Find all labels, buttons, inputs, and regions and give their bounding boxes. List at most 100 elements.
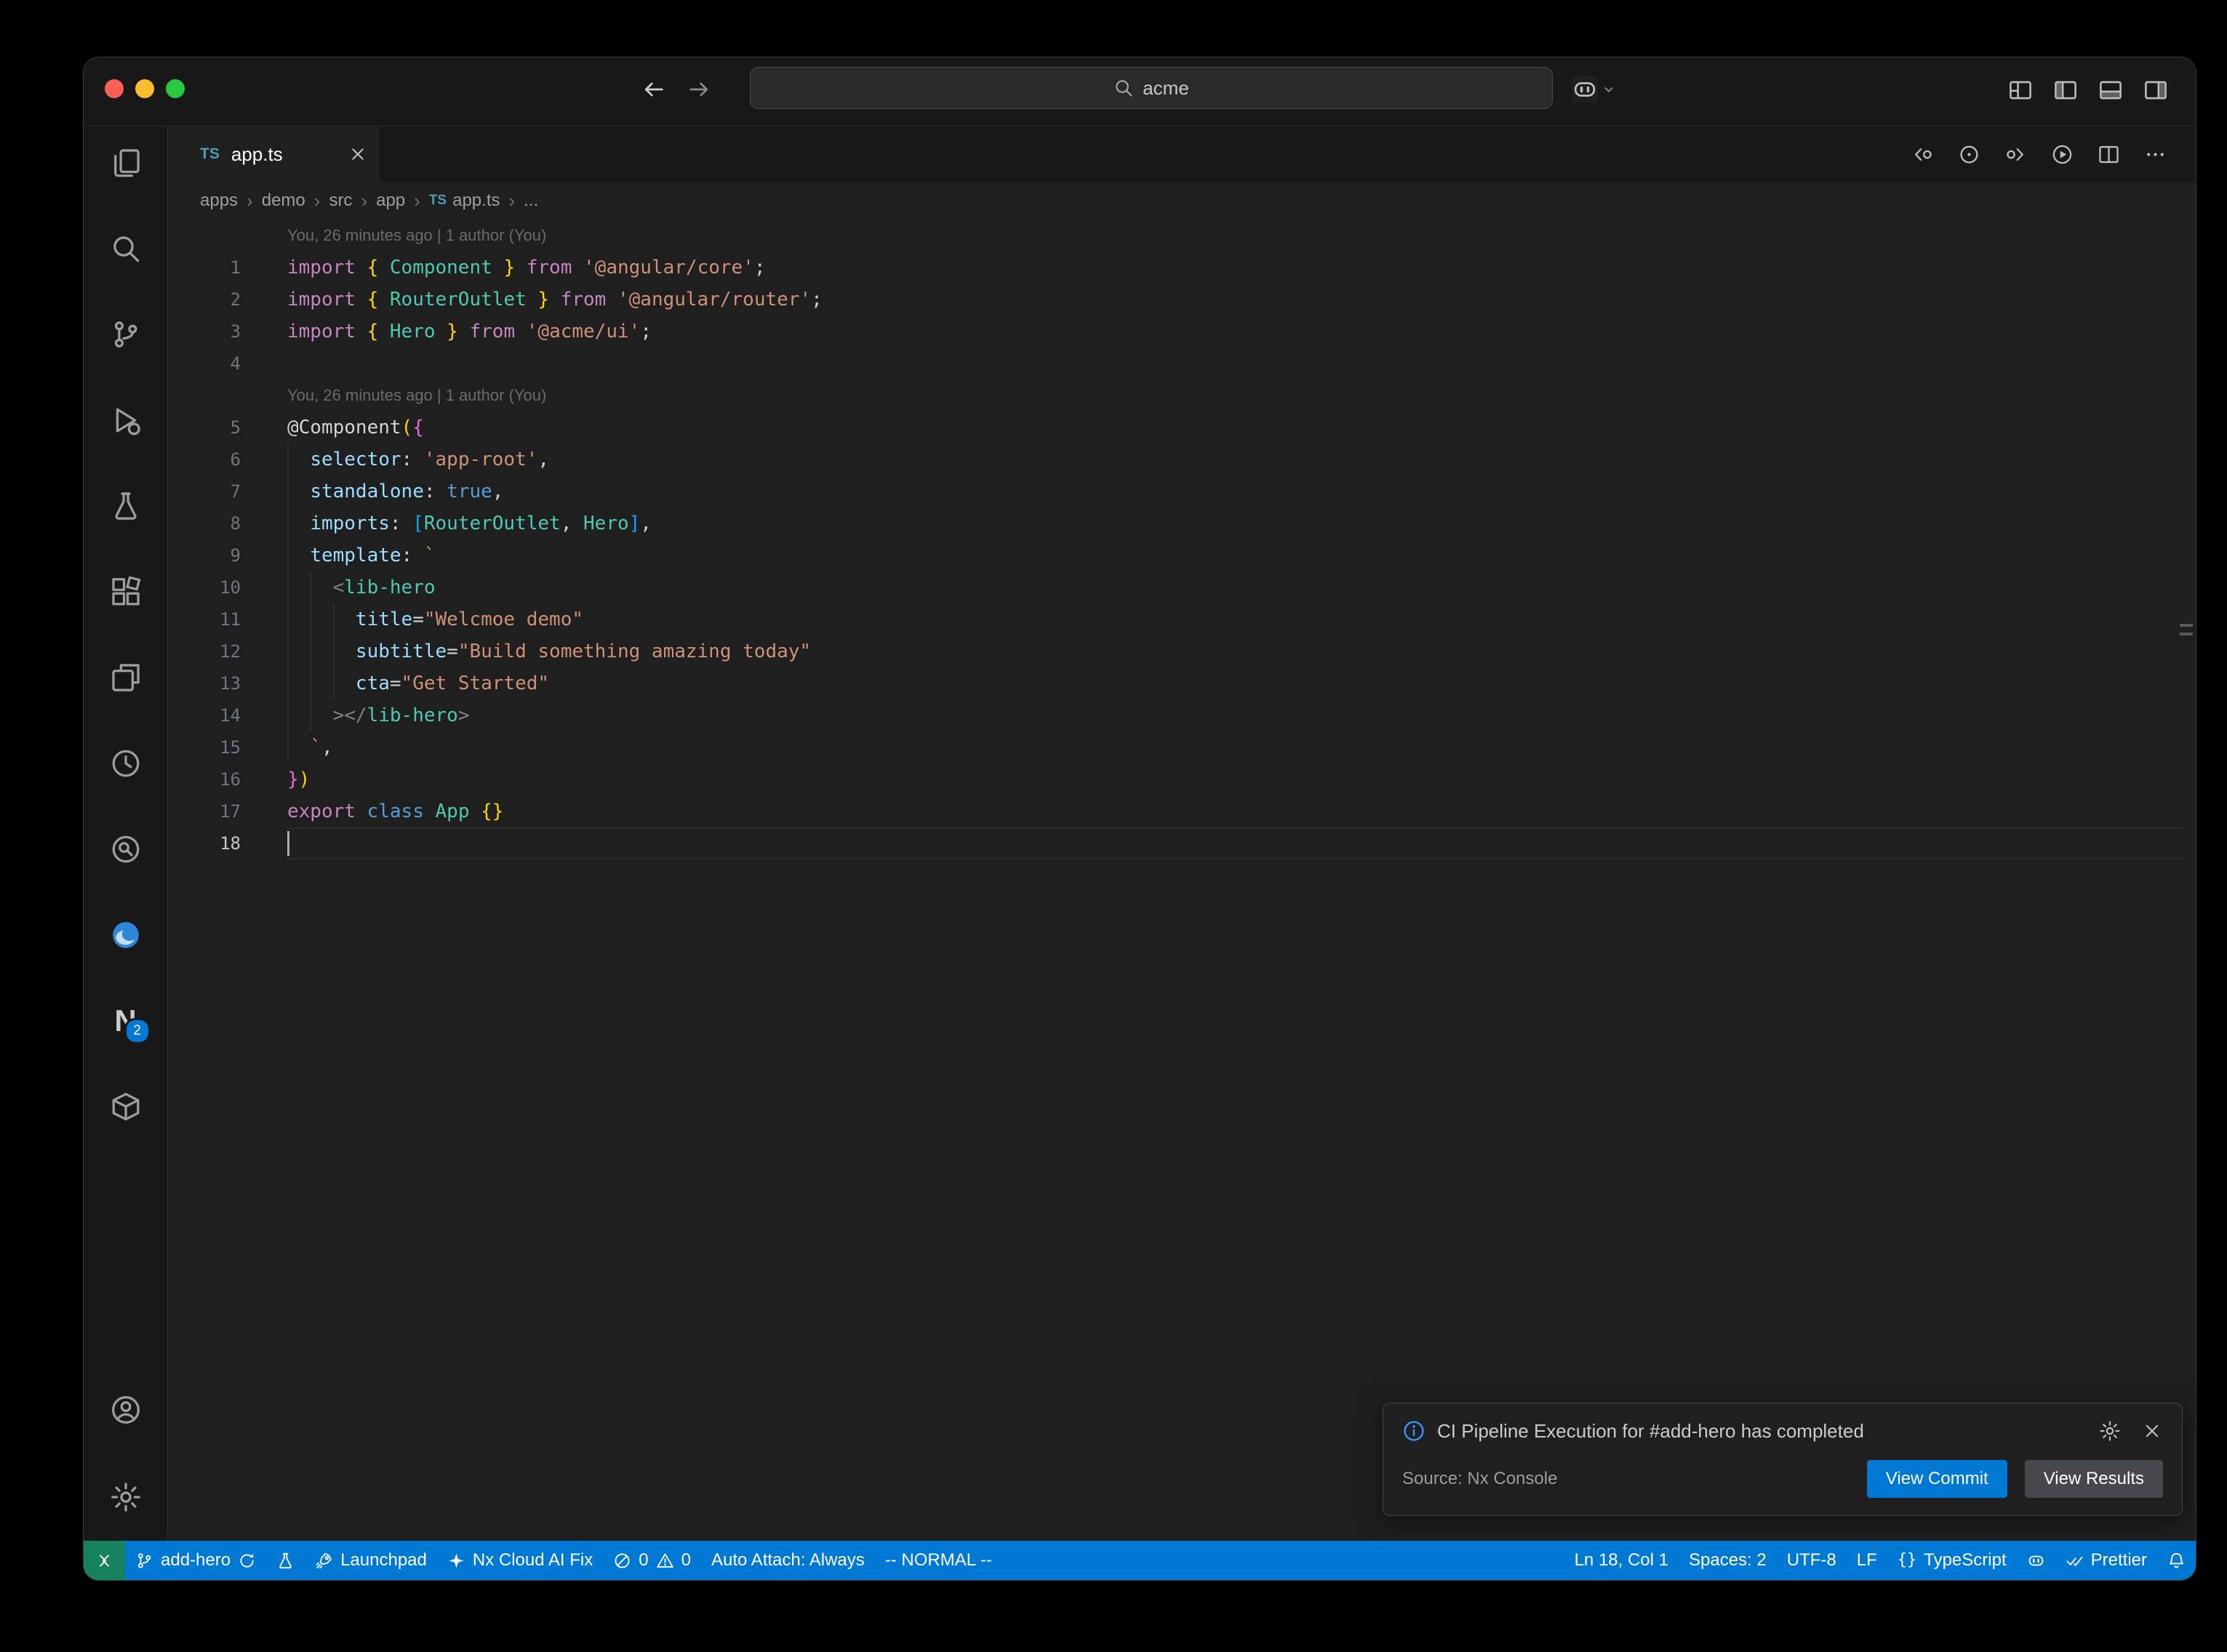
notification-close-button[interactable] bbox=[2141, 1420, 2163, 1442]
editor-action-run-icon[interactable] bbox=[2051, 143, 2074, 166]
statusbar-cursor-position[interactable]: Ln 18, Col 1 bbox=[1564, 1541, 1679, 1580]
activitybar-item-gitlens[interactable] bbox=[108, 746, 143, 781]
code-text[interactable]: `, bbox=[287, 731, 2186, 763]
line-number[interactable]: 14 bbox=[168, 699, 241, 731]
code-text[interactable]: template: ` bbox=[287, 540, 2186, 572]
breadcrumb-item-demo[interactable]: demo bbox=[262, 191, 305, 211]
breadcrumb-item--[interactable]: ... bbox=[524, 191, 538, 211]
line-number[interactable]: 10 bbox=[168, 572, 241, 604]
code-line-17[interactable]: 17 export class App {} bbox=[168, 795, 2186, 827]
code-line-4[interactable]: 4 bbox=[168, 348, 2186, 380]
code-text[interactable]: import { RouterOutlet } from '@angular/r… bbox=[287, 284, 2186, 316]
activitybar-item-testing[interactable] bbox=[108, 489, 143, 524]
editor-action-prev-change-icon[interactable] bbox=[1911, 143, 1934, 166]
tab-app-ts[interactable]: TS app.ts bbox=[168, 127, 379, 182]
activitybar-item-gitlens-inspect[interactable] bbox=[108, 832, 143, 867]
line-number[interactable]: 9 bbox=[168, 540, 241, 572]
editor-action-more-icon[interactable] bbox=[2144, 143, 2167, 166]
close-window-button[interactable] bbox=[105, 79, 124, 98]
panel-left-button[interactable] bbox=[2053, 78, 2078, 103]
activitybar-item-search[interactable] bbox=[108, 231, 143, 266]
code-line-11[interactable]: 11 title="Welcmoe demo" bbox=[168, 604, 2186, 635]
code-text[interactable]: import { Hero } from '@acme/ui'; bbox=[287, 316, 2186, 348]
code-line-6[interactable]: 6 selector: 'app-root', bbox=[168, 444, 2186, 476]
statusbar-launchpad[interactable]: Launchpad bbox=[305, 1541, 437, 1580]
activitybar-item-run-and-debug[interactable] bbox=[108, 403, 143, 438]
line-number[interactable]: 13 bbox=[168, 667, 241, 699]
line-number[interactable]: 17 bbox=[168, 795, 241, 827]
code-text[interactable]: ></lib-hero> bbox=[287, 699, 2186, 731]
code-line-3[interactable]: 3 import { Hero } from '@acme/ui'; bbox=[168, 316, 2186, 348]
breadcrumb-item-apps[interactable]: apps bbox=[200, 191, 238, 211]
code-text[interactable]: import { Component } from '@angular/core… bbox=[287, 252, 2186, 284]
code-text[interactable]: title="Welcmoe demo" bbox=[287, 604, 2186, 635]
line-number[interactable]: 5 bbox=[168, 412, 241, 444]
activitybar-item-manage[interactable] bbox=[108, 1480, 143, 1515]
statusbar-indentation[interactable]: Spaces: 2 bbox=[1679, 1541, 1777, 1580]
statusbar-nx-cloud-ai-fix[interactable]: Nx Cloud AI Fix bbox=[437, 1541, 603, 1580]
code-text[interactable]: selector: 'app-root', bbox=[287, 444, 2186, 476]
code-line-5[interactable]: 5 @Component({ bbox=[168, 412, 2186, 444]
zoom-window-button[interactable] bbox=[166, 79, 185, 98]
code-line-14[interactable]: 14 ></lib-hero> bbox=[168, 699, 2186, 731]
statusbar-notifications[interactable] bbox=[2157, 1541, 2196, 1580]
code-text[interactable] bbox=[287, 348, 2186, 380]
copilot-menu-button[interactable] bbox=[1572, 76, 1617, 103]
code-line-7[interactable]: 7 standalone: true, bbox=[168, 476, 2186, 508]
statusbar-prettier[interactable]: Prettier bbox=[2055, 1541, 2157, 1580]
activitybar-item-nx-console[interactable]: N2 bbox=[108, 1003, 143, 1038]
activitybar-item-explorer[interactable] bbox=[108, 145, 143, 180]
statusbar-auto-attach[interactable]: Auto Attach: Always bbox=[701, 1541, 875, 1580]
code-line-1[interactable]: 1 import { Component } from '@angular/cor… bbox=[168, 252, 2186, 284]
line-number[interactable]: 12 bbox=[168, 635, 241, 667]
editor[interactable]: You, 26 minutes ago | 1 author (You)1imp… bbox=[168, 220, 2196, 1541]
notification-settings-button[interactable] bbox=[2099, 1420, 2121, 1442]
code-line-16[interactable]: 16}) bbox=[168, 763, 2186, 795]
line-number[interactable]: 4 bbox=[168, 348, 241, 380]
code-text[interactable]: subtitle="Build something amazing today" bbox=[287, 635, 2186, 667]
editor-action-next-change-icon[interactable] bbox=[2004, 143, 2027, 166]
code-text[interactable]: export class App {} bbox=[287, 795, 2186, 827]
breadcrumb-item-app[interactable]: app bbox=[376, 191, 405, 211]
forward-button[interactable] bbox=[686, 76, 712, 103]
line-number[interactable]: 1 bbox=[168, 252, 241, 284]
statusbar-eol[interactable]: LF bbox=[1847, 1541, 1887, 1580]
line-number[interactable]: 2 bbox=[168, 284, 241, 316]
command-center-search[interactable]: acme bbox=[750, 67, 1553, 109]
breadcrumb-item-src[interactable]: src bbox=[329, 191, 352, 211]
editor-action-split-editor-icon[interactable] bbox=[2098, 143, 2120, 166]
statusbar-language-mode[interactable]: {}TypeScript bbox=[1887, 1541, 2017, 1580]
code-line-2[interactable]: 2 import { RouterOutlet } from '@angular/… bbox=[168, 284, 2186, 316]
code-text[interactable]: <lib-hero bbox=[287, 572, 2186, 604]
code-line-15[interactable]: 15 `, bbox=[168, 731, 2186, 763]
statusbar-problems[interactable]: 00 bbox=[603, 1541, 701, 1580]
panel-right-button[interactable] bbox=[2143, 78, 2168, 103]
code-text[interactable] bbox=[287, 827, 2186, 859]
code-line-10[interactable]: 10 <lib-hero bbox=[168, 572, 2186, 604]
editor-action-circle-icon[interactable] bbox=[1958, 143, 1980, 166]
line-number[interactable]: 7 bbox=[168, 476, 241, 508]
statusbar-remote-indicator[interactable] bbox=[84, 1541, 125, 1580]
code-text[interactable]: imports: [RouterOutlet, Hero], bbox=[287, 508, 2186, 540]
code-text[interactable]: @Component({ bbox=[287, 412, 2186, 444]
breadcrumb-item-app-ts[interactable]: TSapp.ts bbox=[429, 191, 500, 211]
code-line-8[interactable]: 8 imports: [RouterOutlet, Hero], bbox=[168, 508, 2186, 540]
code-line-9[interactable]: 9 template: ` bbox=[168, 540, 2186, 572]
statusbar-git-branch[interactable]: add-hero bbox=[125, 1541, 266, 1580]
activitybar-item-edge-devtools[interactable] bbox=[108, 918, 143, 953]
back-button[interactable] bbox=[641, 76, 667, 103]
statusbar-tests[interactable] bbox=[266, 1541, 305, 1580]
statusbar-vim-mode[interactable]: -- NORMAL -- bbox=[875, 1541, 1002, 1580]
activitybar-item-accounts[interactable] bbox=[108, 1392, 143, 1427]
code-text[interactable]: standalone: true, bbox=[287, 476, 2186, 508]
view-commit-button[interactable]: View Commit bbox=[1867, 1460, 2007, 1498]
statusbar-copilot[interactable] bbox=[2017, 1541, 2055, 1580]
line-number[interactable]: 6 bbox=[168, 444, 241, 476]
close-tab-button[interactable] bbox=[348, 144, 368, 164]
code-text[interactable]: }) bbox=[287, 763, 2186, 795]
line-number[interactable]: 3 bbox=[168, 316, 241, 348]
activitybar-item-extensions[interactable] bbox=[108, 574, 143, 609]
activitybar-item-source-control[interactable] bbox=[108, 317, 143, 352]
line-number[interactable]: 15 bbox=[168, 731, 241, 763]
code-line-12[interactable]: 12 subtitle="Build something amazing tod… bbox=[168, 635, 2186, 667]
